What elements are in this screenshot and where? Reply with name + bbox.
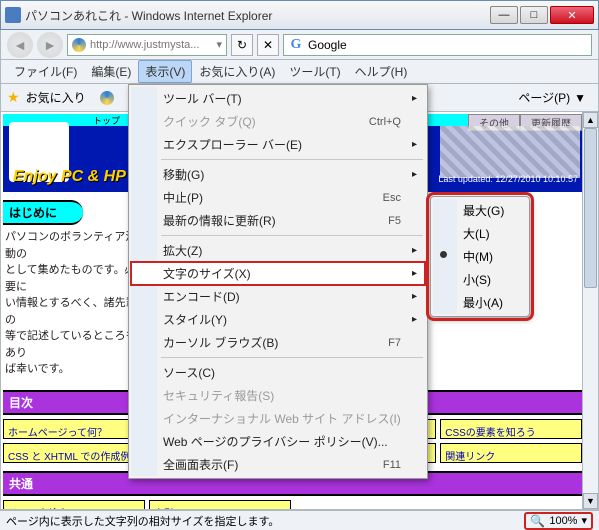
view-menu-item[interactable]: 移動(G)▸ <box>131 163 425 186</box>
link-cell[interactable]: 関連リンク <box>440 443 582 463</box>
text-size-option[interactable]: 小(S) <box>433 268 527 291</box>
view-menu-item: セキュリティ報告(S) <box>131 384 425 407</box>
text-size-option[interactable]: 最大(G) <box>433 199 527 222</box>
view-menu-item[interactable]: ソース(C) <box>131 361 425 384</box>
view-menu-item[interactable]: 拡大(Z)▸ <box>131 239 425 262</box>
window-title: パソコンあれこれ - Windows Internet Explorer <box>25 7 490 24</box>
text-size-option[interactable]: 中(M) <box>433 245 527 268</box>
view-menu-item[interactable]: エクスプローラー バー(E)▸ <box>131 133 425 156</box>
view-menu-item[interactable]: スタイル(Y)▸ <box>131 308 425 331</box>
scroll-thumb[interactable] <box>584 128 597 288</box>
last-updated: Last updated: 12/27/2010 10:10:57 <box>438 174 578 184</box>
window-favicon <box>5 7 21 23</box>
view-menu-item[interactable]: 最新の情報に更新(R)F5 <box>131 209 425 232</box>
text-size-option[interactable]: 最小(A) <box>433 291 527 314</box>
title-bar: パソコンあれこれ - Windows Internet Explorer — □… <box>0 0 599 30</box>
chevron-down-icon: ▾ <box>581 514 587 527</box>
scroll-down-button[interactable]: ▼ <box>583 493 598 509</box>
link-cell[interactable]: ホームページって何？ <box>3 419 145 439</box>
link-cell[interactable]: CSS と XHTML での作成例 <box>3 443 145 463</box>
stop-button[interactable]: ✕ <box>257 34 279 56</box>
top-tab[interactable]: トップ <box>93 116 120 126</box>
site-title: Enjoy PC & HP <box>13 168 126 186</box>
search-field[interactable]: G Google <box>283 34 592 56</box>
back-button[interactable]: ◄ <box>7 32 33 58</box>
zoom-value: 100% <box>549 515 577 527</box>
url-field[interactable]: http://www.justmysta... ▾ <box>67 34 227 56</box>
favorites-label[interactable]: お気に入り <box>26 89 86 106</box>
maximize-button[interactable]: □ <box>520 6 548 24</box>
view-menu-item[interactable]: エンコード(D)▸ <box>131 285 425 308</box>
text-size-submenu: 最大(G)大(L)中(M)小(S)最小(A) <box>430 196 530 317</box>
menu-bar: ファイル(F) 編集(E) 表示(V) お気に入り(A) ツール(T) ヘルプ(… <box>0 60 599 84</box>
view-menu-item[interactable]: 全画面表示(F)F11 <box>131 453 425 476</box>
zoom-icon: 🔍 <box>530 514 545 528</box>
intro-body: パソコンのボランティア活動の として集めたものです。必要に い情報とするべく、諸… <box>3 225 143 382</box>
menu-help[interactable]: ヘルプ(H) <box>348 60 415 83</box>
home-icon[interactable] <box>100 91 114 105</box>
view-menu-item: クイック タブ(Q)Ctrl+Q <box>131 110 425 133</box>
view-menu-item[interactable]: ツール バー(T)▸ <box>131 87 425 110</box>
view-menu-item[interactable]: 中止(P)Esc <box>131 186 425 209</box>
scroll-up-button[interactable]: ▲ <box>583 112 598 128</box>
status-text: ページ内に表示した文字列の相対サイズを指定します。 <box>6 513 279 529</box>
url-text: http://www.justmysta... <box>90 39 199 51</box>
view-menu-item[interactable]: Web ページのプライバシー ポリシー(V)... <box>131 430 425 453</box>
view-menu-item[interactable]: 文字のサイズ(X)▸ <box>131 262 425 285</box>
ie-icon <box>72 38 86 52</box>
link-cell[interactable]: サイト内検索 <box>3 500 145 511</box>
header-keyboard-image <box>440 126 580 178</box>
view-menu-dropdown: ツール バー(T)▸クイック タブ(Q)Ctrl+Qエクスプローラー バー(E)… <box>128 84 428 479</box>
zoom-control[interactable]: 🔍 100% ▾ <box>524 512 593 530</box>
page-menu-label: ページ(P) <box>518 89 570 106</box>
menu-favorites[interactable]: お気に入り(A) <box>192 60 282 83</box>
menu-file[interactable]: ファイル(F) <box>7 60 84 83</box>
refresh-button[interactable]: ↻ <box>231 34 253 56</box>
forward-button[interactable]: ► <box>37 32 63 58</box>
link-grid-3: サイト内検索 索引 <box>3 500 582 511</box>
page-menu-button[interactable]: ページ(P)▼ <box>512 87 592 108</box>
search-engine-label: Google <box>308 38 347 52</box>
menu-view[interactable]: 表示(V) <box>138 60 192 83</box>
google-icon: G <box>288 37 304 53</box>
section-intro-title: はじめに <box>3 200 83 225</box>
view-menu-item[interactable]: カーソル ブラウズ(B)F7 <box>131 331 425 354</box>
link-cell[interactable]: 索引 <box>149 500 291 511</box>
link-cell[interactable]: CSSの要素を知ろう <box>440 419 582 439</box>
view-menu-item: インターナショナル Web サイト アドレス(I) <box>131 407 425 430</box>
menu-tools[interactable]: ツール(T) <box>282 60 347 83</box>
favorites-star-icon[interactable]: ★ <box>7 89 20 106</box>
address-bar: ◄ ► http://www.justmysta... ▾ ↻ ✕ G Goog… <box>0 30 599 60</box>
menu-edit[interactable]: 編集(E) <box>84 60 138 83</box>
vertical-scrollbar[interactable]: ▲ ▼ <box>582 112 598 509</box>
minimize-button[interactable]: — <box>490 6 518 24</box>
text-size-option[interactable]: 大(L) <box>433 222 527 245</box>
status-bar: ページ内に表示した文字列の相対サイズを指定します。 🔍 100% ▾ <box>0 510 599 530</box>
close-button[interactable]: ✕ <box>550 6 594 24</box>
